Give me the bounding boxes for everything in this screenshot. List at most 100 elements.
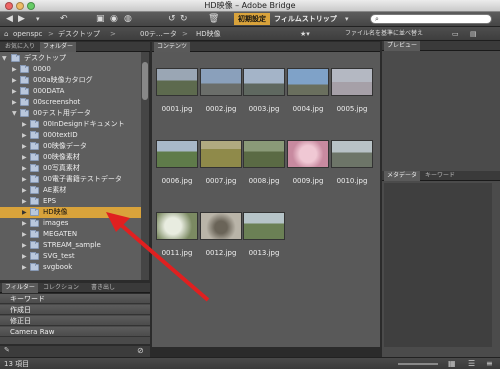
folder-item[interactable]: ▶ 0000 xyxy=(0,64,141,75)
refine-icon[interactable]: ◉ xyxy=(110,14,118,25)
filter-camera-raw[interactable]: Camera Raw xyxy=(0,327,150,337)
tab-content[interactable]: コンテンツ xyxy=(154,42,191,52)
scrollbar-thumb[interactable] xyxy=(142,62,148,100)
folder-item[interactable]: ▶ 00映像素材 xyxy=(0,152,141,163)
thumbnail[interactable] xyxy=(287,68,329,96)
folder-item[interactable]: ▶ 00写真素材 xyxy=(0,163,141,174)
folder-item[interactable]: ▼ 00テスト用データ xyxy=(0,108,141,119)
folder-item[interactable]: ▶ 000textID xyxy=(0,130,141,141)
tab-folders[interactable]: フォルダー xyxy=(40,42,77,52)
zoom-window-button[interactable] xyxy=(27,2,35,10)
collapse-triangle-icon[interactable]: ▶ xyxy=(22,196,27,207)
close-window-button[interactable] xyxy=(5,2,13,10)
folder-item[interactable]: ▶ MEGATEN xyxy=(0,229,141,240)
folder-item[interactable]: ▶ AE素材 xyxy=(0,185,141,196)
breadcrumb-item[interactable]: openspc xyxy=(13,27,42,41)
tab-preview[interactable]: プレビュー xyxy=(384,41,421,51)
folder-item[interactable]: ▶ 00screenshot xyxy=(0,97,141,108)
collapse-triangle-icon[interactable]: ▶ xyxy=(22,240,27,251)
filter-keyword[interactable]: キーワード xyxy=(0,294,150,304)
collapse-triangle-icon[interactable]: ▶ xyxy=(22,130,27,141)
star-filter-icon[interactable]: ★▾ xyxy=(300,27,310,41)
thumbnail[interactable] xyxy=(200,68,242,96)
photo-download-icon[interactable]: ▣ xyxy=(96,14,105,25)
collapse-triangle-icon[interactable]: ▶ xyxy=(22,152,27,163)
new-folder-icon[interactable]: ▭ xyxy=(452,27,459,41)
thumbnail-size-slider[interactable] xyxy=(398,363,438,365)
folder-item[interactable]: ▶ 000a映像カタログ xyxy=(0,75,141,86)
thumbnail[interactable] xyxy=(156,68,198,96)
tab-filter[interactable]: フィルター xyxy=(2,283,38,293)
view-grid-icon[interactable]: ▦ xyxy=(448,359,456,368)
breadcrumb-item[interactable]: デスクトップ xyxy=(58,27,100,41)
search-input[interactable]: ⌕ xyxy=(370,14,492,24)
collapse-triangle-icon[interactable]: ▶ xyxy=(22,163,27,174)
thumbnail[interactable] xyxy=(200,212,242,240)
collapse-triangle-icon[interactable]: ▶ xyxy=(12,86,17,97)
collapse-triangle-icon[interactable]: ▶ xyxy=(12,75,17,86)
home-icon[interactable]: ⌂ xyxy=(4,27,8,41)
folder-item[interactable]: ▶ images xyxy=(0,218,141,229)
pin-icon[interactable]: ✎ xyxy=(4,346,10,354)
collapse-triangle-icon[interactable]: ▶ xyxy=(22,141,27,152)
collapse-triangle-icon[interactable]: ▶ xyxy=(22,207,27,218)
folder-item[interactable]: ▶ 00電子書籍テストデータ xyxy=(0,174,141,185)
folder-item[interactable]: ▶ EPS xyxy=(0,196,141,207)
collapse-triangle-icon[interactable]: ▶ xyxy=(22,229,27,240)
forward-icon[interactable]: ▶ xyxy=(18,14,25,25)
folder-item[interactable]: ▶ 00InDesignドキュメント xyxy=(0,119,141,130)
filter-created[interactable]: 作成日 xyxy=(0,305,150,315)
thumbnail[interactable] xyxy=(331,140,373,168)
camera-raw-icon[interactable]: ◍ xyxy=(124,14,132,25)
collapse-triangle-icon[interactable]: ▶ xyxy=(22,262,27,273)
clear-filter-icon[interactable]: ⊘ xyxy=(137,346,144,355)
view-details-icon[interactable]: ☰ xyxy=(468,359,475,368)
collapse-triangle-icon[interactable]: ▶ xyxy=(22,174,27,185)
view-list-icon[interactable]: ≡ xyxy=(486,359,493,368)
expand-triangle-icon[interactable]: ▼ xyxy=(12,108,17,119)
expand-triangle-icon[interactable]: ▼ xyxy=(2,53,7,64)
collapse-triangle-icon[interactable]: ▶ xyxy=(22,119,27,130)
folder-item[interactable]: ▶ SVG_test xyxy=(0,251,141,262)
folder-item[interactable]: ▼ デスクトップ xyxy=(0,53,141,64)
sort-menu[interactable]: ファイル名を基準に並べ替え xyxy=(345,27,423,41)
trash-icon[interactable]: 🗑 xyxy=(208,14,219,25)
folder-item[interactable]: ▶ svgbook xyxy=(0,262,141,273)
collapse-triangle-icon[interactable]: ▶ xyxy=(22,218,27,229)
filter-modified[interactable]: 修正日 xyxy=(0,316,150,326)
tab-favorites[interactable]: お気に入り xyxy=(2,42,38,52)
workspace-default-button[interactable]: 初期設定 xyxy=(234,13,270,25)
folder-item[interactable]: ▶ 000DATA xyxy=(0,86,141,97)
folder-scrollbar[interactable] xyxy=(141,52,149,280)
thumbnail[interactable] xyxy=(287,140,329,168)
tab-collections[interactable]: コレクション xyxy=(40,283,82,293)
folder-item[interactable]: ▶ STREAM_sample xyxy=(0,240,141,251)
collapse-triangle-icon[interactable]: ▶ xyxy=(12,64,17,75)
tab-export[interactable]: 書き出し xyxy=(88,283,118,293)
collapse-triangle-icon[interactable]: ▶ xyxy=(22,185,27,196)
breadcrumb-item-current[interactable]: HD映像 xyxy=(196,27,221,41)
tab-keywords[interactable]: キーワード xyxy=(422,171,458,181)
thumbnail[interactable] xyxy=(200,140,242,168)
thumbnail[interactable] xyxy=(331,68,373,96)
thumbnail[interactable] xyxy=(156,212,198,240)
open-recent-icon[interactable]: ▤ xyxy=(470,27,477,41)
folder-item[interactable]: ▶ 00映像データ xyxy=(0,141,141,152)
chevron-down-icon[interactable]: ▾ xyxy=(345,14,349,25)
recent-folder-icon[interactable]: ▾ xyxy=(36,14,40,25)
thumbnail[interactable] xyxy=(243,212,285,240)
breadcrumb-item[interactable]: 00テ…ータ xyxy=(140,27,177,41)
workspace-filmstrip-button[interactable]: フィルムストリップ xyxy=(274,13,337,25)
thumbnail[interactable] xyxy=(156,140,198,168)
collapse-triangle-icon[interactable]: ▶ xyxy=(22,251,27,262)
back-icon[interactable]: ◀ xyxy=(6,14,13,25)
rotate-right-icon[interactable]: ↻ xyxy=(180,14,188,25)
tab-metadata[interactable]: メタデータ xyxy=(384,171,421,181)
thumbnail[interactable] xyxy=(243,68,285,96)
thumbnail[interactable] xyxy=(243,140,285,168)
return-icon[interactable]: ↶ xyxy=(60,14,68,25)
minimize-window-button[interactable] xyxy=(16,2,24,10)
folder-item-selected[interactable]: ▶ HD映像 xyxy=(0,207,141,218)
rotate-left-icon[interactable]: ↺ xyxy=(168,14,176,25)
collapse-triangle-icon[interactable]: ▶ xyxy=(12,97,17,108)
